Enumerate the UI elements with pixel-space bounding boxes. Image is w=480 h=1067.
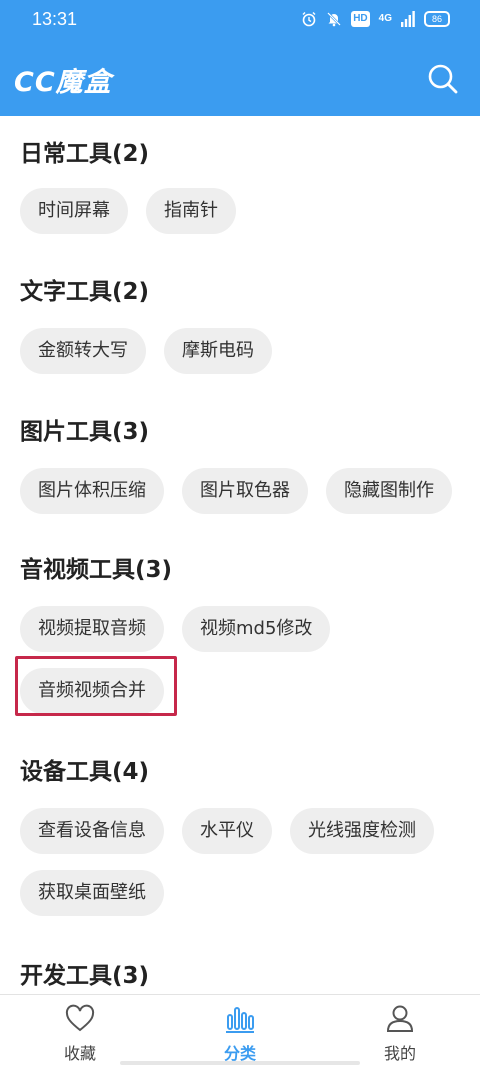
highlight-box (15, 656, 177, 716)
signal-icon (401, 11, 415, 27)
section-title: 开发工具(3) (20, 963, 150, 989)
section-image-tools: 图片工具(3) 图片体积压缩 图片取色器 隐藏图制作 (20, 414, 470, 514)
app-header: 13:31 HD 4G 86 CC魔盒 (0, 0, 480, 116)
section-title: 设备工具(4) (20, 759, 150, 785)
status-bar: 13:31 HD 4G 86 (0, 0, 480, 44)
section-title: 图片工具(3) (20, 419, 150, 445)
tool-chip-morse-code[interactable]: 摩斯电码 (164, 328, 272, 374)
user-icon (386, 1005, 414, 1032)
tool-chip-time-screen[interactable]: 时间屏幕 (20, 188, 128, 234)
tool-chip-device-info[interactable]: 查看设备信息 (20, 808, 164, 854)
battery-indicator: 86 (424, 11, 450, 27)
tool-category-list[interactable]: 日常工具(2) 时间屏幕 指南针 文字工具(2) 金额转大写 摩斯电码 图片工具… (0, 116, 480, 994)
status-icons: HD 4G 86 (301, 11, 450, 27)
tool-chip-level[interactable]: 水平仪 (182, 808, 272, 854)
section-text-tools: 文字工具(2) 金额转大写 摩斯电码 (20, 274, 470, 374)
category-bars-icon (226, 1007, 254, 1033)
tool-chip-color-picker[interactable]: 图片取色器 (182, 468, 308, 514)
tool-chip-video-md5[interactable]: 视频md5修改 (182, 606, 331, 652)
nav-item-favorites[interactable]: 收藏 (20, 995, 140, 1067)
tool-chip-extract-audio[interactable]: 视频提取音频 (20, 606, 164, 652)
tool-chip-amount-uppercase[interactable]: 金额转大写 (20, 328, 146, 374)
tool-chip-compass[interactable]: 指南针 (146, 188, 236, 234)
app-title: CC魔盒 (14, 67, 112, 98)
mute-bell-icon (327, 12, 342, 27)
home-indicator (120, 1061, 360, 1065)
tool-chip-hidden-image[interactable]: 隐藏图制作 (326, 468, 452, 514)
tool-chip-image-compress[interactable]: 图片体积压缩 (20, 468, 164, 514)
section-title: 日常工具(2) (20, 141, 150, 167)
section-audio-video-tools: 音视频工具(3) 视频提取音频 视频md5修改 音频视频合并 (15, 552, 470, 716)
section-title: 文字工具(2) (20, 279, 150, 305)
network-type: 4G (378, 13, 392, 24)
hd-badge: HD (351, 11, 370, 27)
section-device-tools: 设备工具(4) 查看设备信息 水平仪 光线强度检测 获取桌面壁纸 (20, 754, 470, 916)
nav-item-categories[interactable]: 分类 (180, 995, 300, 1067)
section-title: 音视频工具(3) (20, 557, 173, 583)
tool-chip-light-sensor[interactable]: 光线强度检测 (290, 808, 434, 854)
status-time: 13:31 (32, 9, 78, 29)
nav-item-profile[interactable]: 我的 (340, 995, 460, 1067)
section-dev-tools: 开发工具(3) (20, 958, 470, 994)
heart-icon (65, 1004, 95, 1032)
tool-chip-wallpaper[interactable]: 获取桌面壁纸 (20, 870, 164, 916)
bottom-navigation: 收藏 分类 我的 (0, 994, 480, 1067)
alarm-icon (302, 12, 316, 27)
section-daily-tools: 日常工具(2) 时间屏幕 指南针 (20, 136, 470, 234)
search-icon[interactable] (426, 62, 460, 96)
